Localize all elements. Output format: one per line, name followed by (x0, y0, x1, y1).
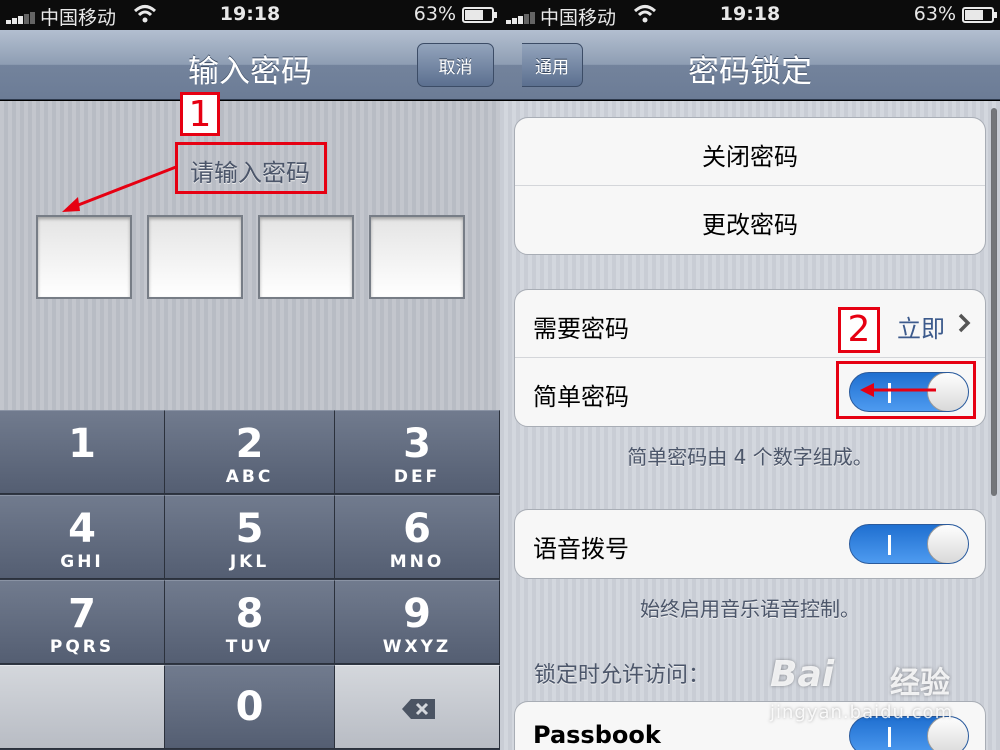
key-letters: MNO (389, 552, 445, 572)
passcode-entry-screen: 中国移动 19:18 63% 输入密码 取消 请输入密码 1 2 ABC 3 D… (0, 0, 500, 750)
key-letters: TUV (225, 637, 274, 657)
numeric-keypad: 1 2 ABC 3 DEF 4 GHI 5 JKL 6 MNO 7 PQRS 8 (0, 410, 500, 750)
backspace-icon (402, 699, 435, 719)
annotation-arrow-1 (62, 165, 177, 212)
voice-dial-label: 语音拨号 (533, 535, 629, 563)
key-letters: JKL (229, 552, 270, 572)
key-number: 8 (235, 591, 264, 637)
key-6[interactable]: 6 MNO (335, 495, 500, 579)
back-button[interactable]: 通用 (522, 43, 583, 87)
back-button-label: 通用 (535, 57, 569, 78)
key-number: 7 (68, 591, 96, 637)
passcode-digit-box-3[interactable] (258, 215, 354, 299)
annotation-number-2: 2 (838, 307, 880, 353)
key-number: 3 (403, 421, 431, 467)
key-4[interactable]: 4 GHI (0, 495, 165, 579)
key-number: 2 (235, 421, 264, 467)
require-passcode-label: 需要密码 (533, 315, 629, 343)
key-number: 4 (68, 506, 96, 552)
voice-control-note: 始终启用音乐语音控制。 (640, 597, 860, 621)
watermark-brand-2: 经验 (890, 666, 950, 701)
passcode-digit-box-1[interactable] (36, 215, 132, 299)
key-letters: GHI (60, 552, 104, 572)
nav-bar: 密码锁定 通用 (500, 30, 1000, 100)
simple-passcode-label: 简单密码 (533, 383, 629, 411)
status-bar: 中国移动 19:18 63% (0, 0, 500, 30)
chevron-right-icon (958, 313, 971, 333)
require-passcode-row[interactable]: 需要密码 立即 (515, 290, 985, 358)
key-2[interactable]: 2 ABC (165, 410, 335, 494)
passcode-digit-box-2[interactable] (147, 215, 243, 299)
baidu-jingyan-watermark: Bai 经验 jingyan.baidu.com (770, 648, 980, 738)
annotation-highlight-prompt (175, 142, 327, 194)
voice-dial-toggle[interactable] (849, 524, 969, 564)
change-passcode-row[interactable]: 更改密码 (515, 186, 985, 254)
battery-icon (462, 7, 497, 23)
key-number: 9 (403, 591, 431, 637)
turn-off-passcode-row[interactable]: 关闭密码 (515, 118, 985, 186)
battery-icon (962, 7, 997, 23)
change-passcode-label: 更改密码 (702, 211, 798, 239)
toggle-on-mark (888, 535, 891, 555)
passbook-label: Passbook (533, 721, 661, 749)
key-letters: PQRS (49, 637, 115, 657)
turn-off-passcode-label: 关闭密码 (702, 143, 798, 171)
require-passcode-value: 立即 (897, 315, 945, 343)
key-number: 1 (68, 421, 96, 467)
toggle-knob (927, 525, 968, 563)
key-8[interactable]: 8 TUV (165, 580, 335, 664)
key-letters: WXYZ (382, 637, 452, 657)
watermark-brand: Bai (770, 654, 835, 695)
key-0[interactable]: 0 (165, 665, 335, 749)
key-number: 6 (403, 506, 431, 552)
key-letters: DEF (393, 467, 441, 487)
delete-key[interactable] (335, 665, 500, 749)
key-7[interactable]: 7 PQRS (0, 580, 165, 664)
cancel-button[interactable]: 取消 (417, 43, 494, 87)
battery-percent: 63% (413, 3, 456, 25)
key-number: 0 (235, 684, 264, 730)
key-blank (0, 665, 165, 749)
nav-bar: 输入密码 取消 (0, 30, 500, 100)
key-1[interactable]: 1 (0, 410, 165, 494)
key-number: 5 (235, 506, 264, 552)
voice-dial-row: 语音拨号 (515, 510, 985, 578)
status-bar: 中国移动 19:18 63% (500, 0, 1000, 30)
key-9[interactable]: 9 WXYZ (335, 580, 500, 664)
annotation-arrow-2 (860, 383, 936, 397)
key-3[interactable]: 3 DEF (335, 410, 500, 494)
scrollbar[interactable] (991, 108, 997, 496)
allow-access-when-locked-header: 锁定时允许访问： (534, 663, 711, 688)
simple-passcode-note: 简单密码由 4 个数字组成。 (627, 445, 873, 469)
battery-percent: 63% (913, 3, 956, 25)
voice-dial-group: 语音拨号 (514, 509, 986, 579)
annotation-number-1: 1 (180, 92, 220, 136)
passcode-digit-box-4[interactable] (369, 215, 465, 299)
key-5[interactable]: 5 JKL (165, 495, 335, 579)
passcode-actions-group: 关闭密码 更改密码 (514, 117, 986, 255)
watermark-url: jingyan.baidu.com (770, 702, 954, 723)
key-letters: ABC (225, 467, 274, 487)
